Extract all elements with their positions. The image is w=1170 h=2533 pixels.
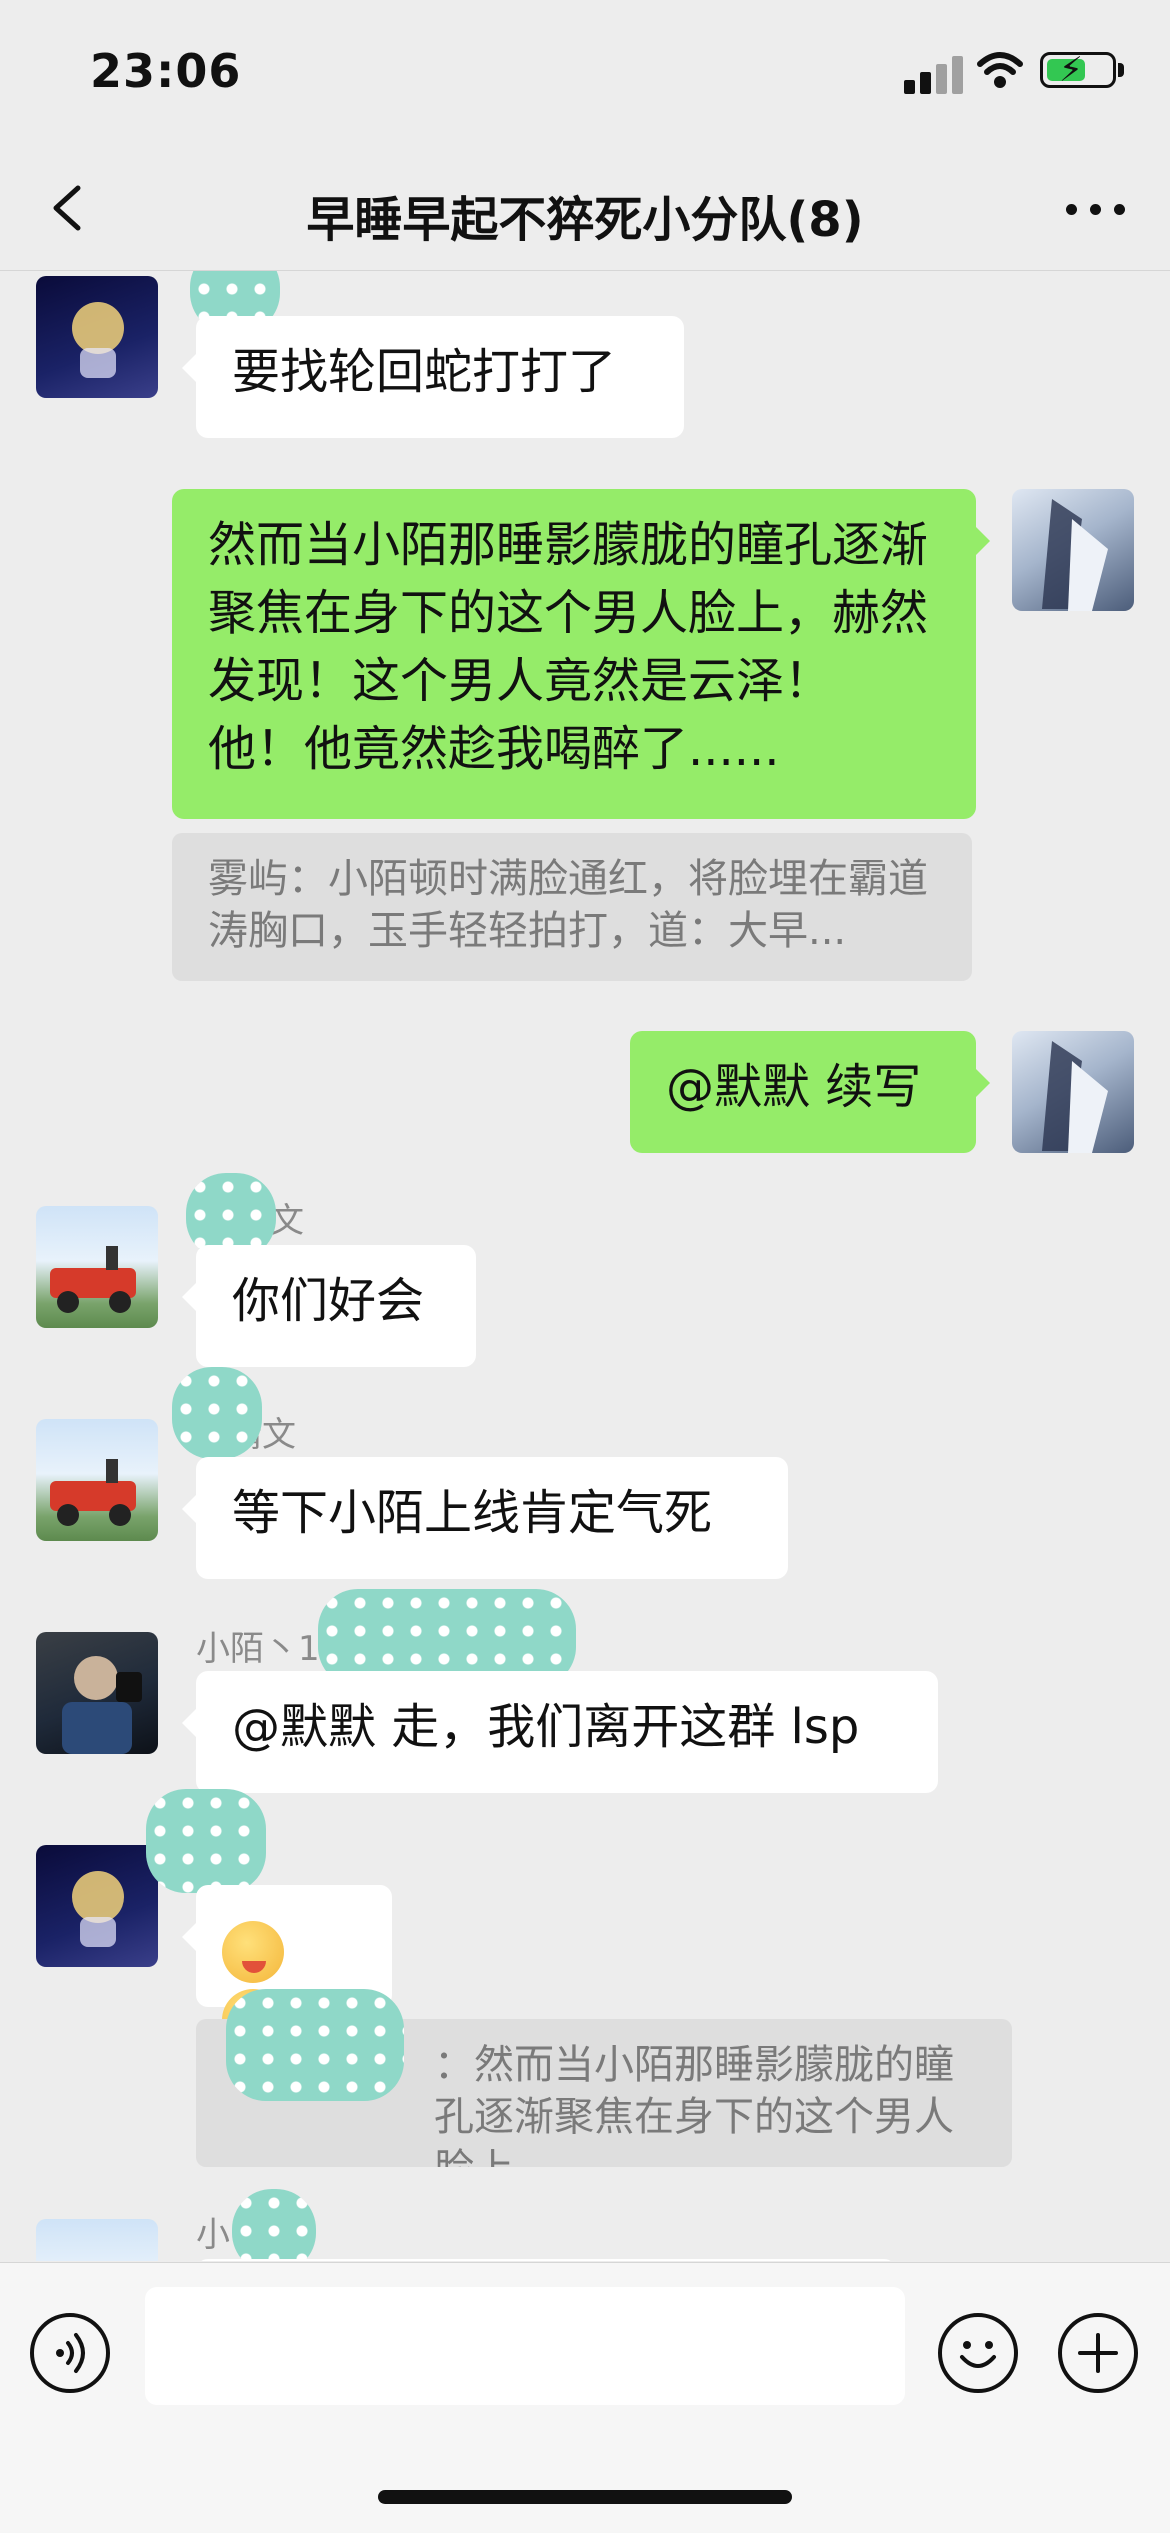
quoted-text: 雾屿：小陌顿时满脸通红，将脸埋在霸道涛胸口，玉手轻轻拍打，道：大早... bbox=[208, 856, 928, 954]
chat-area[interactable]: 要找轮回蛇打打了 然而当小陌那睡影朦胧的瞳孔逐渐聚焦在身下的这个男人脸上，赫然发… bbox=[0, 271, 1170, 2261]
mosaic-overlay bbox=[232, 2189, 316, 2261]
message-text: 等下小陌上线肯定气死 bbox=[232, 1485, 713, 1541]
sender-name: 小陌丶1 bbox=[196, 1629, 320, 1669]
message-bubble[interactable]: 等下小陌上线肯定气死 bbox=[182, 1457, 788, 1579]
face-emoji bbox=[222, 1921, 284, 1983]
avatar[interactable] bbox=[36, 2219, 158, 2261]
more-actions-button[interactable] bbox=[1058, 2313, 1138, 2393]
chat-title: 早睡早起不猝死小分队(8) bbox=[306, 192, 864, 248]
sender-name: 小 bbox=[196, 2215, 230, 2255]
quoted-text: ：然而当小陌那睡影朦胧的瞳孔逐渐聚焦在身下的这个男人脸上，... bbox=[434, 2042, 954, 2167]
message-bubble[interactable]: 然而当小陌那睡影朦胧的瞳孔逐渐聚焦在身下的这个男人脸上，赫然发现！这个男人竟然是… bbox=[172, 489, 990, 819]
message-input[interactable] bbox=[145, 2287, 905, 2405]
wifi-icon bbox=[977, 52, 1023, 88]
more-options-button[interactable] bbox=[1060, 178, 1130, 238]
mosaic-overlay bbox=[172, 1367, 262, 1459]
avatar[interactable] bbox=[36, 1632, 158, 1754]
message-text: 你们好会 bbox=[232, 1273, 425, 1329]
nav-bar: 早睡早起不猝死小分队(8) bbox=[0, 150, 1170, 271]
message-bubble[interactable]: @默默 走，我们离开这群 lsp bbox=[182, 1671, 938, 1793]
message-bubble[interactable]: 你们好会 bbox=[182, 1245, 476, 1367]
plus-icon bbox=[1078, 2333, 1118, 2373]
mosaic-overlay bbox=[146, 1789, 266, 1893]
cellular-signal-icon bbox=[904, 52, 964, 94]
battery-cap bbox=[1118, 63, 1124, 77]
avatar[interactable] bbox=[1012, 1031, 1134, 1153]
avatar[interactable] bbox=[1012, 489, 1134, 611]
avatar[interactable] bbox=[36, 276, 158, 398]
status-bar: 23:06 ⚡ bbox=[0, 0, 1170, 150]
message-text: @默默 走，我们离开这群 lsp bbox=[232, 1699, 860, 1755]
message-text: 然而当小陌那睡影朦胧的瞳孔逐渐聚焦在身下的这个男人脸上，赫然发现！这个男人竟然是… bbox=[208, 517, 929, 777]
voice-input-button[interactable] bbox=[30, 2313, 110, 2393]
mosaic-overlay bbox=[226, 1989, 404, 2101]
message-text: @默默 续写 bbox=[666, 1059, 922, 1115]
avatar[interactable] bbox=[36, 1845, 158, 1967]
avatar[interactable] bbox=[36, 1419, 158, 1541]
quoted-message[interactable]: 雾屿：小陌顿时满脸通红，将脸埋在霸道涛胸口，玉手轻轻拍打，道：大早... bbox=[172, 833, 972, 981]
status-time: 23:06 bbox=[90, 44, 242, 98]
charging-bolt-icon: ⚡ bbox=[1059, 50, 1083, 90]
message-bubble[interactable]: 要找轮回蛇打打了 bbox=[182, 316, 684, 438]
home-indicator bbox=[378, 2490, 792, 2504]
message-bubble[interactable]: @默默 续写 bbox=[630, 1031, 990, 1153]
smiley-icon bbox=[960, 2341, 996, 2368]
message-bubble[interactable] bbox=[196, 2259, 896, 2261]
emoji-button[interactable] bbox=[938, 2313, 1018, 2393]
message-text: 要找轮回蛇打打了 bbox=[232, 344, 617, 400]
avatar[interactable] bbox=[36, 1206, 158, 1328]
voice-icon bbox=[56, 2333, 85, 2373]
